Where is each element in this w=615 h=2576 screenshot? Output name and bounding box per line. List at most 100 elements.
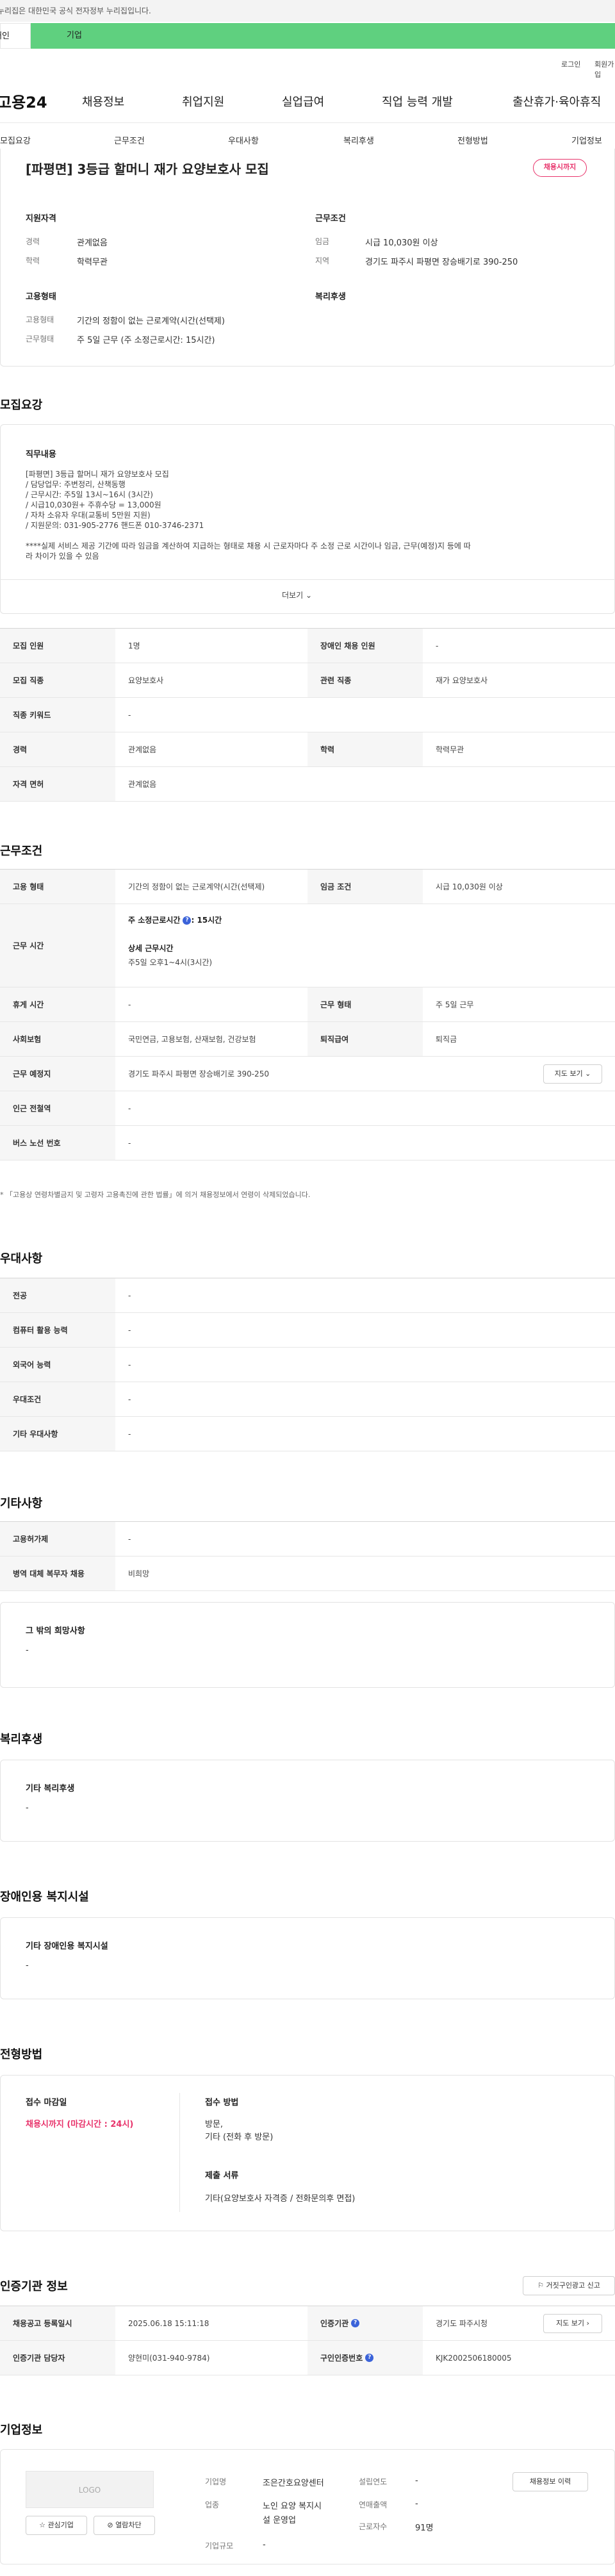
wage-value: 시급 10,030원 이상 — [365, 238, 438, 248]
th-bus: 버스 노선 번호 — [0, 1126, 115, 1160]
recruit-section-title: 모집요강 — [0, 399, 43, 412]
cert-map-button[interactable]: 지도 보기 › — [543, 2314, 602, 2333]
table-row: 휴게 시간 - 근무 형태 주 5일 근무 — [0, 987, 615, 1022]
qualification-title: 지원자격 — [26, 214, 56, 224]
th-retirement: 퇴직급여 — [308, 1022, 423, 1056]
th-job: 모집 직종 — [0, 663, 115, 697]
table-row: 고용허가제 - — [0, 1522, 615, 1556]
td-military: 비희망 — [128, 1569, 150, 1578]
nav-employment-support[interactable]: 취업지원 — [182, 93, 224, 110]
welfare-box-value: - — [26, 1803, 29, 1813]
th-org-label: 인증기관 — [320, 2319, 349, 2328]
th-career: 경력 — [0, 732, 115, 766]
worktype-value: 주 5일 근무 (주 소정근로시간: 15시간) — [77, 336, 215, 345]
table-row: 사회보험 국민연금, 고용보험, 산재보험, 건강보험 퇴직급여 퇴직금 — [0, 1022, 615, 1057]
page: 누리집은 대한민국 공식 전자정부 누리집입니다. 개인 기업 로그인 회원가입… — [0, 0, 615, 2576]
section-nav-selection[interactable]: 전형방법 — [457, 134, 488, 146]
th-disabled-count: 장애인 채용 인원 — [308, 629, 423, 663]
th-rest: 휴게 시간 — [0, 987, 115, 1021]
nav-parental-leave[interactable]: 출산휴가·육아휴직 — [512, 93, 601, 110]
nav-unemployment-benefit[interactable]: 실업급여 — [282, 93, 324, 110]
table-row: 자격 면허 관계없음 — [0, 767, 615, 802]
nav-jobs[interactable]: 채용정보 — [82, 93, 124, 110]
more-label: 더보기 — [282, 591, 304, 600]
size-label: 기업규모 — [205, 2541, 234, 2550]
info-icon[interactable]: ? — [351, 2319, 360, 2327]
disability-section-title: 장애인용 복지시설 — [0, 1890, 89, 1904]
selection-card — [0, 2075, 615, 2231]
more-button[interactable]: 더보기 ⌄ — [282, 590, 312, 600]
job-desc-line: [파평면] 3등급 할머니 재가 요양보호사 모집 — [26, 470, 169, 479]
th-insurance: 사회보험 — [0, 1022, 115, 1056]
table-row: 전공 - — [0, 1278, 615, 1313]
th-cert-number: 구인인증번호? — [308, 2341, 423, 2375]
section-nav-work[interactable]: 근무조건 — [114, 134, 145, 146]
block-button[interactable]: ⊘ 열람차단 — [94, 2516, 155, 2535]
report-button-label: 거짓구인광고 신고 — [546, 2281, 600, 2290]
selection-section-title: 전형방법 — [0, 2048, 43, 2061]
section-nav-recruit[interactable]: 모집요강 — [0, 134, 31, 146]
tab-enterprise[interactable]: 기업 — [31, 23, 615, 49]
table-row: 경력 관계없음 학력 학력무관 — [0, 732, 615, 767]
age-notice: * 「고용상 연령차별금지 및 고령자 고용촉진에 관한 법률」에 의거 채용정… — [0, 1191, 311, 1199]
report-button[interactable]: ⚐ 거짓구인광고 신고 — [523, 2276, 615, 2295]
etc-wish-title: 그 밖의 희망사항 — [26, 1626, 85, 1636]
cert-table: 채용공고 등록일시 2025.06.18 15:11:18 인증기관? 경기도 … — [0, 2306, 615, 2375]
block-label: 열람차단 — [115, 2521, 142, 2529]
industry-label: 업종 — [205, 2500, 220, 2509]
td-permit: - — [128, 1534, 131, 1544]
td-count: 1명 — [128, 641, 140, 650]
td-education: 학력무관 — [436, 745, 464, 754]
deadline-title: 접수 마감일 — [26, 2098, 67, 2108]
job-desc-line: ****실제 서비스 제공 기간에 따라 임금을 계산하여 지급하는 형태로 채… — [26, 541, 471, 550]
condition-title: 근무조건 — [315, 214, 346, 224]
info-icon[interactable]: ? — [365, 2354, 374, 2362]
education-label: 학력 — [26, 256, 40, 265]
weekly-hours-label: 주 소정근로시간 — [128, 916, 181, 925]
detail-hours-value: 주5일 오후1~4시(3시간) — [128, 958, 213, 967]
login-link[interactable]: 로그인 — [561, 59, 580, 69]
td-subway: - — [128, 1103, 131, 1113]
th-org: 인증기관? — [308, 2306, 423, 2340]
industry-value-1: 노인 요양 복지시 — [263, 2502, 322, 2511]
table-row: 채용공고 등록일시 2025.06.18 15:11:18 인증기관? 경기도 … — [0, 2306, 615, 2341]
company-section-title: 기업정보 — [0, 2423, 43, 2437]
map-button-label: 지도 보기 — [554, 1069, 583, 1078]
info-icon[interactable]: ? — [183, 916, 192, 925]
disability-box-title: 기타 장애인용 복지시설 — [26, 1942, 108, 1951]
section-nav-pref[interactable]: 우대사항 — [228, 134, 259, 146]
th-pref-etc: 기타 우대사항 — [0, 1417, 115, 1451]
education-value: 학력무관 — [77, 258, 108, 267]
welfare-box-title: 기타 복리후생 — [26, 1784, 75, 1794]
job-desc-line: / 지원문의: 031-905-2776 핸드폰 010-3746-2371 — [26, 521, 204, 530]
th-subway: 인근 전철역 — [0, 1091, 115, 1125]
work-table: 고용 형태 기간의 정함이 없는 근로계약(시간(선택제) 임금 조건 시급 1… — [0, 869, 615, 1174]
table-row: 우대조건 - — [0, 1382, 615, 1417]
region-label: 지역 — [315, 256, 330, 265]
td-job: 요양보호사 — [128, 676, 164, 685]
th-military: 병역 대체 복무자 채용 — [0, 1556, 115, 1590]
site-logo[interactable]: 고용24 — [0, 90, 47, 112]
favorite-button[interactable]: ☆ 관심기업 — [26, 2516, 87, 2535]
established-value: - — [415, 2476, 418, 2486]
method-value-1: 방문, — [205, 2120, 224, 2129]
job-desc-title: 직무내용 — [26, 450, 56, 459]
th-language: 외국어 능력 — [0, 1348, 115, 1382]
th-form: 근무 형태 — [308, 987, 423, 1021]
section-nav-welfare[interactable]: 복리후생 — [343, 134, 374, 146]
th-count: 모집 인원 — [0, 629, 115, 663]
job-history-button[interactable]: 채용정보 이력 — [512, 2472, 588, 2491]
map-button[interactable]: 지도 보기 ⌄ — [543, 1064, 602, 1084]
career-value: 관계없음 — [77, 238, 108, 248]
etc-section-title: 기타사항 — [0, 1497, 43, 1510]
th-emp: 고용 형태 — [0, 870, 115, 904]
nav-vocational-training[interactable]: 직업 능력 개발 — [382, 93, 453, 110]
section-nav-company[interactable]: 기업정보 — [571, 134, 602, 146]
th-wage: 임금 조건 — [308, 870, 423, 904]
career-label: 경력 — [26, 237, 40, 246]
tab-individual-label: 개인 — [0, 31, 10, 41]
favorite-label: 관심기업 — [47, 2521, 74, 2529]
tab-individual[interactable]: 개인 — [0, 23, 31, 49]
detail-hours-label: 상세 근무시간 — [128, 944, 174, 953]
td-bus: - — [128, 1138, 131, 1148]
